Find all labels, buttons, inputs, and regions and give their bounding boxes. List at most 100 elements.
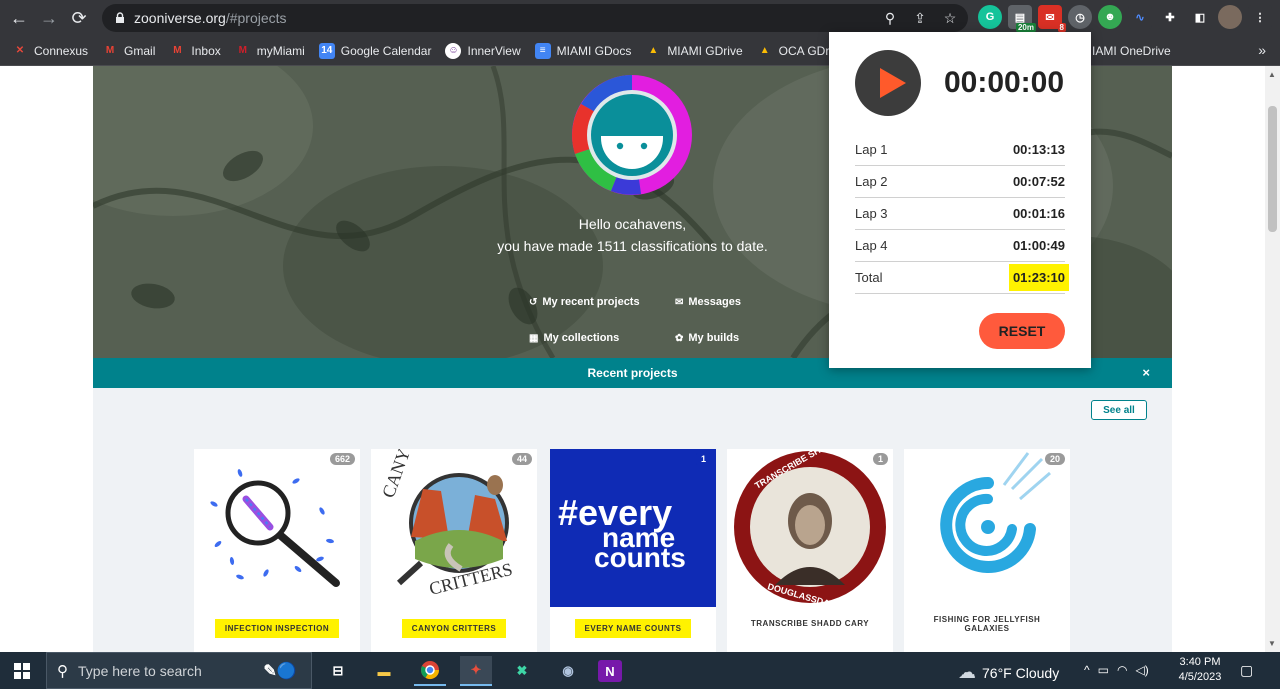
- authenticator-icon[interactable]: ✖: [506, 656, 538, 686]
- wave-extension-icon[interactable]: ∿: [1128, 5, 1152, 29]
- enc-line3: counts: [594, 542, 686, 573]
- bookmark-gmail[interactable]: M Gmail: [102, 43, 156, 59]
- envelope-icon: ✉: [675, 296, 684, 308]
- bookmark-google-calendar[interactable]: 14 Google Calendar: [318, 42, 431, 59]
- user-avatar[interactable]: [571, 74, 693, 196]
- onenote-icon[interactable]: N: [598, 660, 622, 682]
- see-all-button[interactable]: See all: [1091, 400, 1147, 420]
- total-row: Total 01:23:10: [855, 262, 1069, 294]
- link-label: Messages: [688, 296, 741, 308]
- robot-extension-icon[interactable]: ☻: [1098, 5, 1122, 29]
- link-label: My collections: [543, 332, 620, 344]
- project-image: [904, 449, 1070, 607]
- share-icon[interactable]: ⇪: [910, 8, 930, 28]
- magnifier-icon: [210, 469, 340, 587]
- miami-icon: M: [238, 45, 247, 56]
- timer-badge: 20m: [1015, 23, 1036, 32]
- search-placeholder: Type here to search: [78, 662, 202, 679]
- battery-icon[interactable]: ▭: [1098, 663, 1109, 677]
- bookmark-star-icon[interactable]: ☆: [940, 8, 960, 28]
- project-image: [194, 449, 360, 607]
- page-scrollbar[interactable]: ▲ ▼: [1265, 66, 1280, 652]
- bookmark-innerview[interactable]: ☺ InnerView: [445, 42, 521, 59]
- bookmark-onedrive-partial[interactable]: IAMI OneDrive: [1092, 44, 1171, 58]
- camera-icon[interactable]: ◉: [552, 656, 584, 686]
- bookmark-label: Inbox: [191, 43, 221, 58]
- bookmark-connexus[interactable]: ✕ Connexus: [12, 43, 88, 59]
- menu-kebab-icon[interactable]: ⋮: [1248, 5, 1272, 29]
- project-title: FISHING FOR JELLYFISH GALAXIES: [912, 615, 1062, 633]
- project-title: TRANSCRIBE SHADD CARY: [735, 619, 885, 628]
- lap-row: Lap 1 00:13:13: [855, 134, 1065, 166]
- stopwatch-extension-icon[interactable]: ◷: [1068, 5, 1092, 29]
- reset-button[interactable]: RESET: [979, 313, 1065, 349]
- scroll-down-icon[interactable]: ▼: [1268, 639, 1276, 648]
- search-icon: ⚲: [57, 662, 68, 680]
- recent-projects-area: See all 662 INFECTION INSPECTION CANYON …: [93, 388, 1172, 652]
- url-host: zooniverse.org: [134, 10, 226, 26]
- wifi-icon[interactable]: ◠: [1117, 663, 1127, 677]
- project-title: CANYON CRITTERS: [379, 619, 529, 638]
- lap-value: 00:01:16: [1012, 206, 1065, 221]
- innerview-icon: ☺: [445, 42, 462, 59]
- drive-icon: ▲: [759, 45, 770, 56]
- project-card-transcribe-shadd-cary[interactable]: TRANSCRIBE SHADD CARY DOUGLASSDAY.ORG 1 …: [727, 449, 893, 652]
- grammarly-icon[interactable]: G: [978, 5, 1002, 29]
- bookmark-inbox[interactable]: M Inbox: [169, 43, 221, 59]
- project-card-every-name-counts[interactable]: #every name counts 1 EVERY NAME COUNTS: [550, 449, 716, 652]
- project-card-infection-inspection[interactable]: 662 INFECTION INSPECTION: [194, 449, 360, 652]
- lap-label: Lap 4: [855, 238, 888, 253]
- bookmark-mymiami[interactable]: MmyMiami: [235, 43, 305, 59]
- stopwatch-time: 00:00:00: [943, 66, 1065, 99]
- messages-link[interactable]: ✉ Messages: [675, 296, 741, 308]
- address-bar[interactable]: zooniverse.org/#projects ⚲ ⇪ ☆: [102, 4, 968, 32]
- bookmark-miami-gdrive[interactable]: ▲ MIAMI GDrive: [645, 43, 742, 59]
- project-card-canyon-critters[interactable]: CANYON CRITTERS 44 CANYON CRITTERS: [371, 449, 537, 652]
- cloud-icon: ☁: [958, 662, 976, 682]
- play-button[interactable]: [855, 50, 921, 116]
- scroll-thumb[interactable]: [1268, 106, 1277, 232]
- weather-widget[interactable]: ☁ 76°F Cloudy: [958, 662, 1059, 683]
- search-highlight-icon[interactable]: ✎🔵: [250, 656, 310, 686]
- total-value: 01:23:10: [1008, 264, 1069, 291]
- my-recent-projects-link[interactable]: ↺ My recent projects: [529, 296, 640, 308]
- puzzle-icon[interactable]: ✚: [1158, 5, 1182, 29]
- project-card-fishing-for-jellyfish-galaxies[interactable]: 20 FISHING FOR JELLYFISH GALAXIES: [904, 449, 1070, 652]
- forward-icon[interactable]: →: [34, 3, 64, 33]
- task-view-icon[interactable]: ⊟: [322, 656, 354, 686]
- start-button[interactable]: [0, 652, 44, 689]
- sidepanel-icon[interactable]: ◧: [1188, 5, 1212, 29]
- chrome-icon[interactable]: [414, 656, 446, 686]
- volume-icon[interactable]: ◁): [1135, 663, 1148, 677]
- url-path: /#projects: [225, 10, 287, 26]
- bookmarks-overflow-icon[interactable]: »: [1258, 42, 1266, 58]
- gmail-badge: 8: [1057, 23, 1066, 32]
- recent-projects-title: Recent projects: [587, 366, 678, 380]
- bookmark-label: myMiami: [256, 43, 305, 58]
- project-title: INFECTION INSPECTION: [202, 619, 352, 638]
- gmail-extension-icon[interactable]: ✉ 8: [1038, 5, 1066, 32]
- pinned-app-icon[interactable]: ✦: [460, 656, 492, 686]
- scroll-up-icon[interactable]: ▲: [1268, 70, 1276, 79]
- reload-icon[interactable]: ⟳: [64, 3, 94, 33]
- lap-value: 00:07:52: [1012, 174, 1065, 189]
- back-icon[interactable]: ←: [4, 3, 34, 33]
- gear-icon: ✿: [675, 332, 684, 344]
- notification-icon[interactable]: ▢: [1240, 662, 1253, 679]
- zoom-icon[interactable]: ⚲: [880, 8, 900, 28]
- timer-extension-icon[interactable]: ▤ 20m: [1008, 5, 1036, 32]
- my-collections-link[interactable]: ▦ My collections: [529, 332, 619, 344]
- chevron-up-icon[interactable]: ^: [1084, 663, 1090, 677]
- close-icon[interactable]: ×: [1142, 365, 1150, 380]
- my-builds-link[interactable]: ✿ My builds: [675, 332, 739, 344]
- file-explorer-icon[interactable]: ▬: [368, 656, 400, 686]
- every-name-counts-logo: #every name counts: [558, 492, 686, 573]
- profile-avatar[interactable]: [1218, 5, 1242, 29]
- classification-count-badge: 1: [695, 453, 711, 465]
- lap-row: Lap 3 00:01:16: [855, 198, 1065, 230]
- link-label: My recent projects: [542, 296, 640, 308]
- bookmark-miami-gdocs[interactable]: ≡ MIAMI GDocs: [534, 42, 631, 59]
- omnibox-actions: ⚲ ⇪ ☆: [880, 8, 960, 28]
- history-icon: ↺: [529, 296, 538, 308]
- taskbar-clock[interactable]: 3:40 PM 4/5/2023: [1172, 655, 1228, 685]
